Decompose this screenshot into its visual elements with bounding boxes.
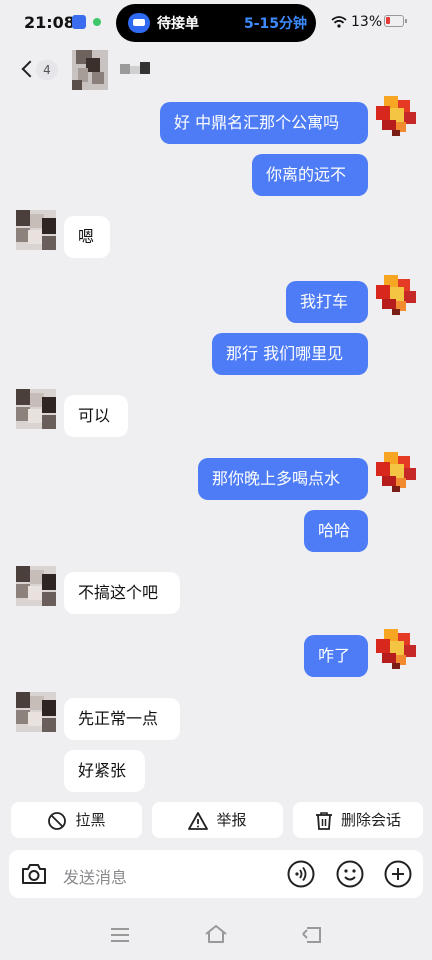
back-nav-icon[interactable] xyxy=(301,926,323,944)
camera-icon[interactable] xyxy=(20,862,48,886)
status-bar: 21:08 待接单 5-15分钟 13% xyxy=(0,0,432,46)
contact-avatar[interactable] xyxy=(16,389,56,429)
chat-header: 4 xyxy=(0,46,432,94)
my-avatar[interactable] xyxy=(376,96,416,136)
outgoing-message-bubble[interactable]: 那你晚上多喝点水 xyxy=(198,458,368,500)
message-input-bar: 发送消息 xyxy=(9,850,423,898)
incoming-message-bubble[interactable]: 嗯 xyxy=(64,216,110,258)
outgoing-message-bubble[interactable]: 好 中鼎名汇那个公寓吗 xyxy=(160,102,368,144)
contact-name-obscured xyxy=(120,62,150,74)
emoji-icon[interactable] xyxy=(336,860,364,888)
incoming-message-bubble[interactable]: 可以 xyxy=(64,395,128,437)
voice-icon[interactable] xyxy=(287,860,315,888)
active-dot-icon xyxy=(93,18,101,26)
chat-action-bar: 拉黑 举报 删除会话 xyxy=(0,802,432,840)
battery-percent: 13% xyxy=(351,14,383,30)
app-notification-icon xyxy=(72,15,86,29)
system-nav-bar xyxy=(0,910,432,960)
contact-avatar[interactable] xyxy=(16,692,56,732)
outgoing-message-bubble[interactable]: 咋了 xyxy=(304,635,368,677)
my-avatar[interactable] xyxy=(376,275,416,315)
delete-chat-button[interactable]: 删除会话 xyxy=(293,802,423,838)
ride-status-label: 待接单 xyxy=(157,16,199,32)
unread-count-badge: 4 xyxy=(36,60,58,80)
my-avatar[interactable] xyxy=(376,452,416,492)
block-icon xyxy=(48,811,67,830)
contact-avatar[interactable] xyxy=(16,566,56,606)
home-icon[interactable] xyxy=(204,924,228,944)
contact-avatar[interactable] xyxy=(16,210,56,250)
wifi-icon xyxy=(331,16,347,28)
incoming-message-bubble[interactable]: 先正常一点 xyxy=(64,698,180,740)
incoming-message-bubble[interactable]: 不搞这个吧 xyxy=(64,572,180,614)
outgoing-message-bubble[interactable]: 我打车 xyxy=(286,281,368,323)
battery-icon xyxy=(384,15,407,27)
incoming-message-bubble[interactable]: 好紧张 xyxy=(64,750,145,792)
message-input[interactable]: 发送消息 xyxy=(63,864,127,888)
block-button[interactable]: 拉黑 xyxy=(11,802,142,838)
ride-eta: 5-15分钟 xyxy=(244,16,308,32)
outgoing-message-bubble[interactable]: 哈哈 xyxy=(304,510,368,552)
trash-icon xyxy=(315,811,332,830)
menu-icon[interactable] xyxy=(110,927,130,943)
report-label: 举报 xyxy=(216,811,247,829)
outgoing-message-bubble[interactable]: 你离的远不 xyxy=(252,154,368,196)
plus-icon[interactable] xyxy=(384,860,412,888)
outgoing-message-bubble[interactable]: 那行 我们哪里见 xyxy=(212,333,368,375)
my-avatar[interactable] xyxy=(376,629,416,669)
report-button[interactable]: 举报 xyxy=(152,802,283,838)
block-label: 拉黑 xyxy=(75,811,106,829)
contact-avatar[interactable] xyxy=(72,50,108,90)
delete-chat-label: 删除会话 xyxy=(340,811,401,829)
warning-icon xyxy=(188,811,209,830)
car-icon xyxy=(128,13,150,33)
status-time: 21:08 xyxy=(24,13,75,32)
